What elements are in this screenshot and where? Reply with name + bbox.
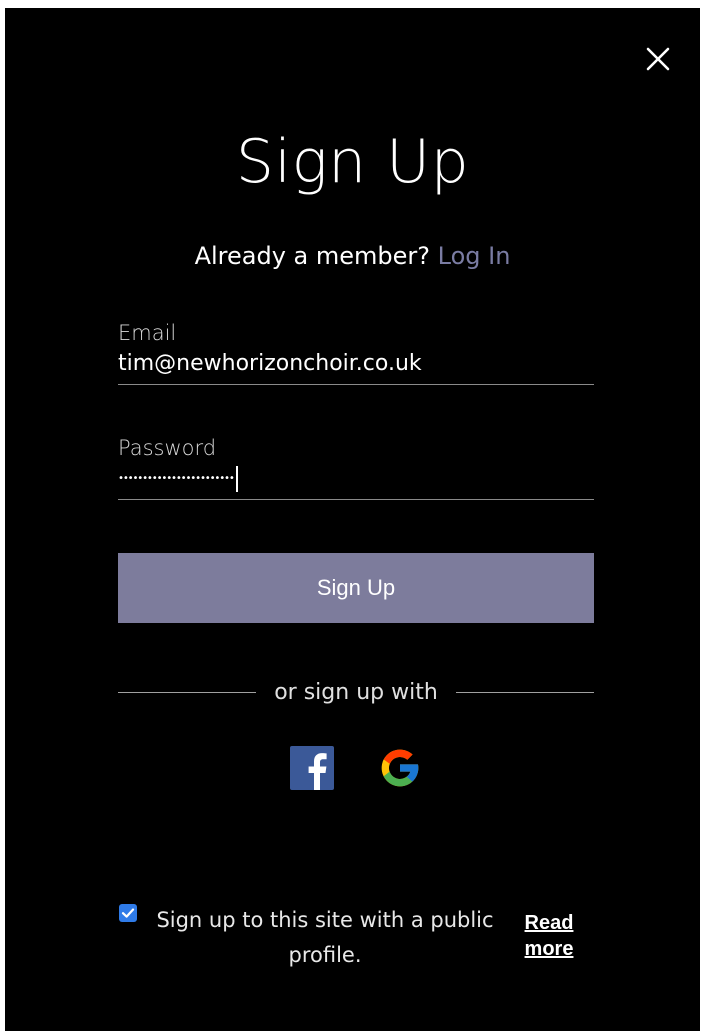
facebook-icon[interactable]: [290, 746, 334, 790]
close-icon[interactable]: [643, 44, 673, 74]
email-field: Email: [118, 319, 594, 385]
google-icon[interactable]: [378, 746, 422, 790]
email-input[interactable]: [118, 347, 594, 381]
google-signup-button[interactable]: [378, 746, 422, 790]
checkmark-icon: [121, 908, 135, 918]
read-more-link[interactable]: Read more: [515, 910, 583, 962]
page-title: Sign Up: [235, 127, 470, 197]
email-label: Email: [118, 321, 177, 345]
password-field: Password ••••••••••••••••••••••••: [118, 434, 594, 500]
social-divider: or sign up with: [118, 674, 594, 710]
facebook-signup-button[interactable]: [290, 746, 334, 790]
member-prompt: Already a member? Log In: [5, 240, 700, 272]
public-profile-consent-text: Sign up to this site with a public profi…: [156, 908, 494, 967]
divider-text: or sign up with: [274, 679, 438, 705]
close-button[interactable]: [643, 44, 673, 74]
public-profile-checkbox[interactable]: [119, 904, 137, 922]
divider-line-left: [118, 691, 257, 693]
password-input[interactable]: ••••••••••••••••••••••••: [118, 462, 594, 496]
password-label: Password: [118, 436, 217, 460]
login-link[interactable]: Log In: [438, 242, 511, 270]
password-masked-value: ••••••••••••••••••••••••: [118, 473, 235, 484]
divider-line-right: [455, 691, 594, 693]
member-prompt-text: Already a member?: [194, 242, 430, 270]
signup-modal: Sign Up Already a member? Log In Email P…: [5, 8, 700, 1031]
signup-button[interactable]: Sign Up: [118, 553, 594, 623]
text-caret: [235, 466, 238, 492]
